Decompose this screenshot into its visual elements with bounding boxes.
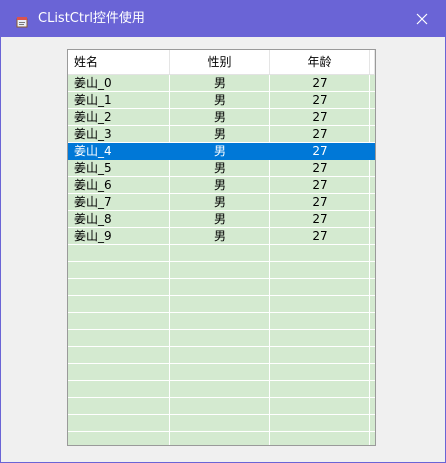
table-cell-name: 姜山_7 — [74, 195, 112, 209]
dialog-window: CListCtrl控件使用 姓名 性别 年龄 姜山_0 男 27 姜山_1 男 27 姜山_… — [0, 0, 446, 463]
table-cell-age: 27 — [312, 212, 328, 226]
close-icon — [416, 10, 428, 29]
table-cell-name: 姜山_5 — [74, 161, 112, 175]
table-row[interactable]: 姜山_1 男 27 — [68, 92, 375, 109]
table-cell-age: 27 — [312, 93, 328, 107]
table-cell-gender: 男 — [213, 110, 226, 124]
column-header-gender[interactable]: 性别 — [170, 50, 270, 74]
table-cell-gender: 男 — [213, 144, 226, 158]
table-cell-age: 27 — [312, 110, 328, 124]
table-cell-gender: 男 — [213, 127, 226, 141]
table-cell-name: 姜山_0 — [74, 76, 112, 90]
table-cell-gender: 男 — [213, 229, 226, 243]
table-cell-age: 27 — [312, 229, 328, 243]
table-row[interactable]: 姜山_5 男 27 — [68, 160, 375, 177]
column-header-age[interactable]: 年龄 — [270, 50, 370, 74]
table-cell-name: 姜山_8 — [74, 212, 112, 226]
table-row[interactable]: 姜山_9 男 27 — [68, 228, 375, 245]
table-cell-name: 姜山_3 — [74, 127, 112, 141]
table-cell-age: 27 — [312, 195, 328, 209]
table-row[interactable]: 姜山_6 男 27 — [68, 177, 375, 194]
column-header-name[interactable]: 姓名 — [68, 50, 170, 74]
list-header: 姓名 性别 年龄 — [68, 50, 375, 75]
table-row[interactable]: 姜山_4 男 27 — [68, 143, 375, 160]
table-cell-age: 27 — [312, 161, 328, 175]
table-cell-age: 27 — [312, 144, 328, 158]
table-cell-age: 27 — [312, 178, 328, 192]
title-bar[interactable]: CListCtrl控件使用 — [1, 1, 445, 37]
close-button[interactable] — [399, 1, 445, 37]
table-cell-name: 姜山_6 — [74, 178, 112, 192]
list-body[interactable]: 姜山_0 男 27 姜山_1 男 27 姜山_2 男 27 姜山_3 男 27 姜山_4 男 27 姜山_5 男… — [68, 75, 375, 445]
list-rows: 姜山_0 男 27 姜山_1 男 27 姜山_2 男 27 姜山_3 男 27 姜山_4 男 27 姜山_5 男… — [68, 75, 375, 245]
table-cell-gender: 男 — [213, 93, 226, 107]
table-cell-name: 姜山_1 — [74, 93, 112, 107]
table-cell-name: 姜山_4 — [74, 144, 112, 158]
app-icon — [16, 13, 28, 28]
table-cell-gender: 男 — [213, 178, 226, 192]
table-row[interactable]: 姜山_0 男 27 — [68, 75, 375, 92]
column-header-filler — [370, 50, 375, 74]
list-control[interactable]: 姓名 性别 年龄 姜山_0 男 27 姜山_1 男 27 姜山_2 男 27 姜山_3 男 27 姜山_… — [67, 49, 376, 446]
table-row[interactable]: 姜山_3 男 27 — [68, 126, 375, 143]
table-cell-gender: 男 — [213, 161, 226, 175]
table-row[interactable]: 姜山_2 男 27 — [68, 109, 375, 126]
window-title: CListCtrl控件使用 — [38, 11, 145, 26]
table-cell-gender: 男 — [213, 195, 226, 209]
table-row[interactable]: 姜山_7 男 27 — [68, 194, 375, 211]
table-cell-age: 27 — [312, 76, 328, 90]
table-cell-name: 姜山_2 — [74, 110, 112, 124]
table-cell-name: 姜山_9 — [74, 229, 112, 243]
table-row[interactable]: 姜山_8 男 27 — [68, 211, 375, 228]
table-cell-gender: 男 — [213, 76, 226, 90]
table-cell-gender: 男 — [213, 212, 226, 226]
table-cell-age: 27 — [312, 127, 328, 141]
